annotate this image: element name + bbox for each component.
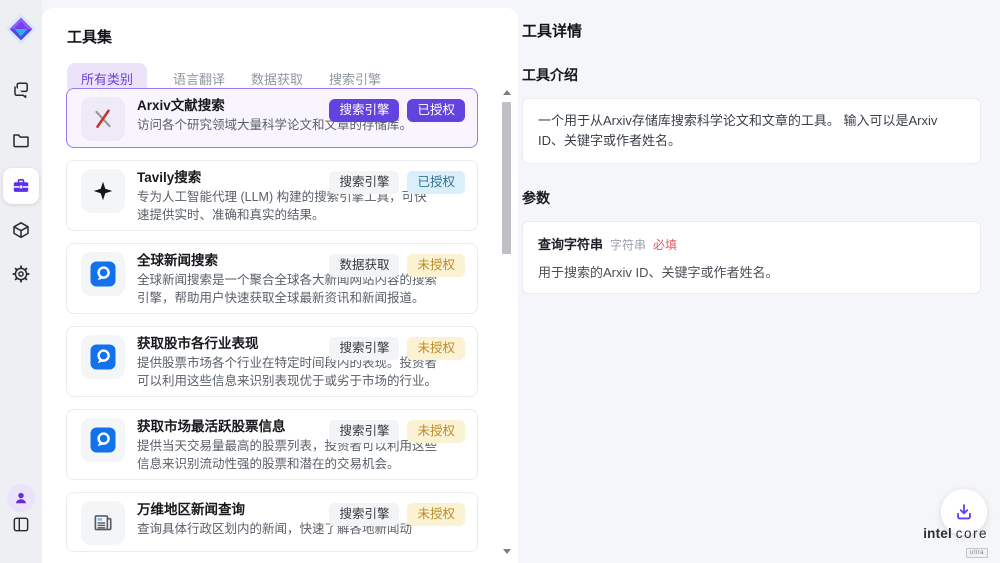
user-icon bbox=[13, 490, 29, 506]
tool-icon-tile bbox=[81, 335, 125, 379]
scroll-thumb[interactable] bbox=[502, 102, 511, 254]
intro-heading: 工具介绍 bbox=[522, 65, 981, 85]
tool-badges: 搜索引擎 未授权 bbox=[329, 420, 465, 443]
category-chip: 搜索引擎 bbox=[329, 420, 399, 443]
tool-icon-tile bbox=[81, 418, 125, 462]
tool-badges: 搜索引擎 已授权 bbox=[329, 171, 465, 194]
tool-icon-tile bbox=[81, 169, 125, 213]
cube-icon bbox=[11, 220, 31, 240]
param-description: 用于搜索的Arxiv ID、关键字或作者姓名。 bbox=[538, 262, 965, 281]
category-chip: 搜索引擎 bbox=[329, 171, 399, 194]
tool-card[interactable]: Arxiv文献搜索 访问各个研究领域大量科学论文和文章的存储库。 搜索引擎 已授… bbox=[66, 88, 478, 148]
brand-ultra-badge: ultra bbox=[966, 548, 988, 558]
auth-status-chip[interactable]: 未授权 bbox=[407, 420, 465, 443]
auth-status-chip[interactable]: 未授权 bbox=[407, 337, 465, 360]
tool-icon-tile bbox=[81, 252, 125, 296]
category-chip: 搜索引擎 bbox=[329, 337, 399, 360]
tool-badges: 搜索引擎 已授权 bbox=[329, 99, 465, 122]
sidebar-item-files[interactable] bbox=[11, 130, 31, 150]
param-type: 字符串 bbox=[610, 236, 646, 253]
scrollbar[interactable] bbox=[501, 88, 513, 556]
tool-badges: 搜索引擎 未授权 bbox=[329, 337, 465, 360]
auth-status-chip[interactable]: 未授权 bbox=[407, 254, 465, 277]
tool-icon-tile bbox=[81, 501, 125, 545]
param-name: 查询字符串 bbox=[538, 234, 603, 253]
tool-icon-tile bbox=[81, 97, 125, 141]
tool-card[interactable]: 获取股市各行业表现 提供股票市场各个行业在特定时间段内的表现。投资者可以利用这些… bbox=[66, 326, 478, 397]
app-logo bbox=[2, 10, 40, 48]
download-icon bbox=[953, 501, 975, 523]
tavily-icon bbox=[91, 179, 115, 203]
arxiv-icon bbox=[91, 107, 115, 131]
details-title: 工具详情 bbox=[522, 20, 981, 41]
diamond-logo-icon bbox=[4, 12, 38, 46]
intel-core-logo: intel core ultra bbox=[923, 526, 988, 558]
params-heading: 参数 bbox=[522, 188, 981, 208]
juhe-icon bbox=[89, 260, 117, 288]
category-chip: 搜索引擎 bbox=[329, 99, 399, 122]
chat-icon bbox=[11, 80, 31, 100]
scroll-down-arrow[interactable] bbox=[503, 549, 511, 554]
sidebar-item-collapse[interactable] bbox=[12, 515, 31, 534]
auth-status-chip[interactable]: 未授权 bbox=[407, 503, 465, 526]
sidebar-item-account[interactable] bbox=[7, 484, 35, 512]
juhe-icon bbox=[89, 426, 117, 454]
gear-icon bbox=[11, 264, 31, 284]
tool-card[interactable]: 全球新闻搜索 全球新闻搜索是一个聚合全球各大新闻网站内容的搜索引擎，帮助用户快速… bbox=[66, 243, 478, 314]
columns-icon bbox=[12, 515, 31, 534]
param-card: 查询字符串 字符串 必填 用于搜索的Arxiv ID、关键字或作者姓名。 bbox=[522, 221, 981, 294]
toolbox-icon bbox=[11, 176, 31, 196]
scroll-up-arrow[interactable] bbox=[503, 90, 511, 95]
brand-core: core bbox=[956, 526, 988, 541]
tool-badges: 搜索引擎 未授权 bbox=[329, 503, 465, 526]
news-icon bbox=[91, 511, 115, 535]
category-chip: 数据获取 bbox=[329, 254, 399, 277]
tool-card[interactable]: 获取市场最活跃股票信息 提供当天交易量最高的股票列表，投资者可以利用这些信息来识… bbox=[66, 409, 478, 480]
toolset-title: 工具集 bbox=[67, 26, 518, 47]
sidebar-item-models[interactable] bbox=[11, 220, 31, 240]
sidebar-item-settings[interactable] bbox=[11, 264, 31, 284]
icon-rail bbox=[0, 0, 42, 563]
auth-status-chip[interactable]: 已授权 bbox=[407, 171, 465, 194]
folder-icon bbox=[11, 130, 31, 150]
tool-details-panel: 工具详情 工具介绍 一个用于从Arxiv存储库搜索科学论文和文章的工具。 输入可… bbox=[514, 0, 1000, 563]
toolset-panel: 工具集 所有类别语言翻译数据获取搜索引擎 Arxiv文献搜索 访问各个研究领域大… bbox=[42, 8, 518, 563]
juhe-icon bbox=[89, 343, 117, 371]
auth-status-chip[interactable]: 已授权 bbox=[407, 99, 465, 122]
category-chip: 搜索引擎 bbox=[329, 503, 399, 526]
brand-intel: intel bbox=[923, 526, 952, 541]
sidebar-item-tools-active[interactable] bbox=[3, 168, 39, 204]
tool-list: Arxiv文献搜索 访问各个研究领域大量科学论文和文章的存储库。 搜索引擎 已授… bbox=[66, 88, 478, 552]
tool-card[interactable]: 万维地区新闻查询 查询具体行政区划内的新闻，快速了解各地新闻动 搜索引擎 未授权 bbox=[66, 492, 478, 552]
tool-badges: 数据获取 未授权 bbox=[329, 254, 465, 277]
intro-card: 一个用于从Arxiv存储库搜索科学论文和文章的工具。 输入可以是Arxiv ID… bbox=[522, 98, 981, 164]
sidebar-item-chat[interactable] bbox=[11, 80, 31, 100]
param-required-label: 必填 bbox=[653, 236, 677, 253]
tool-card[interactable]: Tavily搜索 专为人工智能代理 (LLM) 构建的搜索引擎工具，可快速提供实… bbox=[66, 160, 478, 231]
